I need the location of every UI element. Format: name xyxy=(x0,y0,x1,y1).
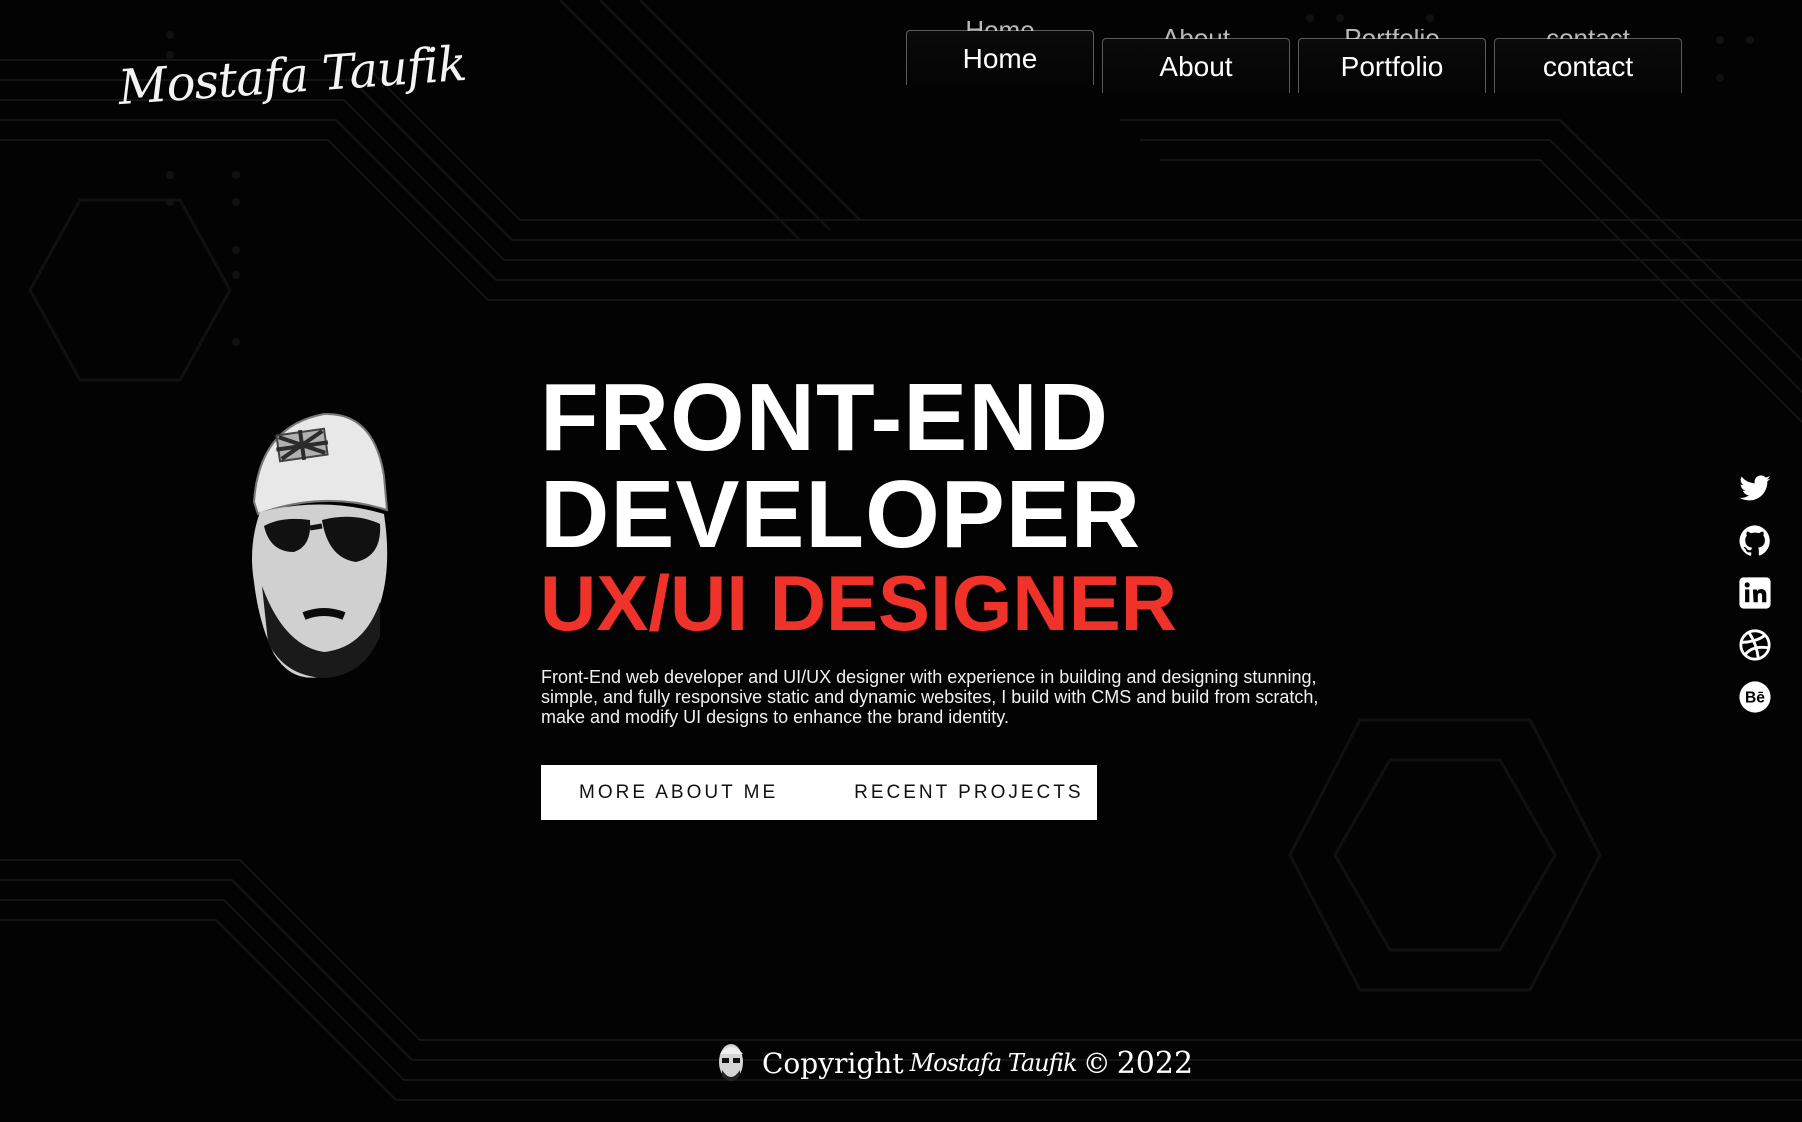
hero-title-line-2: DEVELOPER xyxy=(540,461,1142,568)
nav-contact[interactable]: contact contact xyxy=(1494,29,1682,93)
main-nav: Home Home About About Portfolio Portfoli… xyxy=(906,21,1690,93)
more-about-me-button[interactable]: MORE ABOUT ME xyxy=(579,782,778,804)
nav-contact-label: contact xyxy=(1542,51,1634,82)
intro-line-1: Front-End web developer and UI/UX design… xyxy=(541,667,1317,687)
behance-icon: Bē xyxy=(1739,681,1771,713)
avatar-portrait xyxy=(252,412,389,678)
cta-button-group: MORE ABOUT ME RECENT PROJECTS xyxy=(541,765,1097,820)
behance-glyph: Bē xyxy=(1745,690,1765,707)
linkedin-link[interactable] xyxy=(1738,576,1772,610)
footer-copyright-symbol: © xyxy=(1082,1046,1111,1080)
nav-about-label: About xyxy=(1159,51,1233,82)
nav-home-hover-label: Home xyxy=(907,21,1093,31)
hero-subtitle: UX/UI DESIGNER xyxy=(540,559,1178,647)
behance-link[interactable]: Bē xyxy=(1738,680,1772,714)
intro-paragraph: Front-End web developer and UI/UX design… xyxy=(541,667,1381,727)
nav-portfolio[interactable]: Portfolio Portfolio xyxy=(1298,29,1486,93)
footer-copyright-label: Copyright xyxy=(762,1046,904,1080)
intro-line-2: simple, and fully responsive static and … xyxy=(541,687,1319,707)
nav-about[interactable]: About About xyxy=(1102,29,1290,93)
nav-home[interactable]: Home Home xyxy=(906,21,1094,85)
nav-about-hover-label: About xyxy=(1103,29,1289,39)
footer-signature: Mostafa Taufik xyxy=(909,1049,1078,1077)
nav-home-label: Home xyxy=(962,43,1038,74)
dribbble-link[interactable] xyxy=(1738,628,1772,662)
social-links: Bē xyxy=(1738,472,1774,732)
intro-line-3: make and modify UI designs to enhance th… xyxy=(541,707,1009,727)
footer-year: 2022 xyxy=(1116,1045,1194,1081)
github-link[interactable] xyxy=(1738,524,1772,558)
nav-portfolio-label: Portfolio xyxy=(1340,51,1444,82)
recent-projects-button[interactable]: RECENT PROJECTS xyxy=(854,782,1083,804)
twitter-link[interactable] xyxy=(1738,472,1772,506)
nav-contact-hover-label: contact xyxy=(1495,29,1681,39)
footer-avatar-icon xyxy=(719,1044,743,1081)
dribbble-icon xyxy=(1739,629,1771,661)
linkedin-icon xyxy=(1739,577,1771,609)
nav-portfolio-hover-label: Portfolio xyxy=(1299,29,1485,39)
hero-title-line-1: FRONT-END xyxy=(540,364,1109,471)
github-icon xyxy=(1739,525,1770,556)
footer-copyright: Copyright Mostafa Taufik © 2022 xyxy=(716,1040,1193,1086)
twitter-icon xyxy=(1739,475,1771,501)
